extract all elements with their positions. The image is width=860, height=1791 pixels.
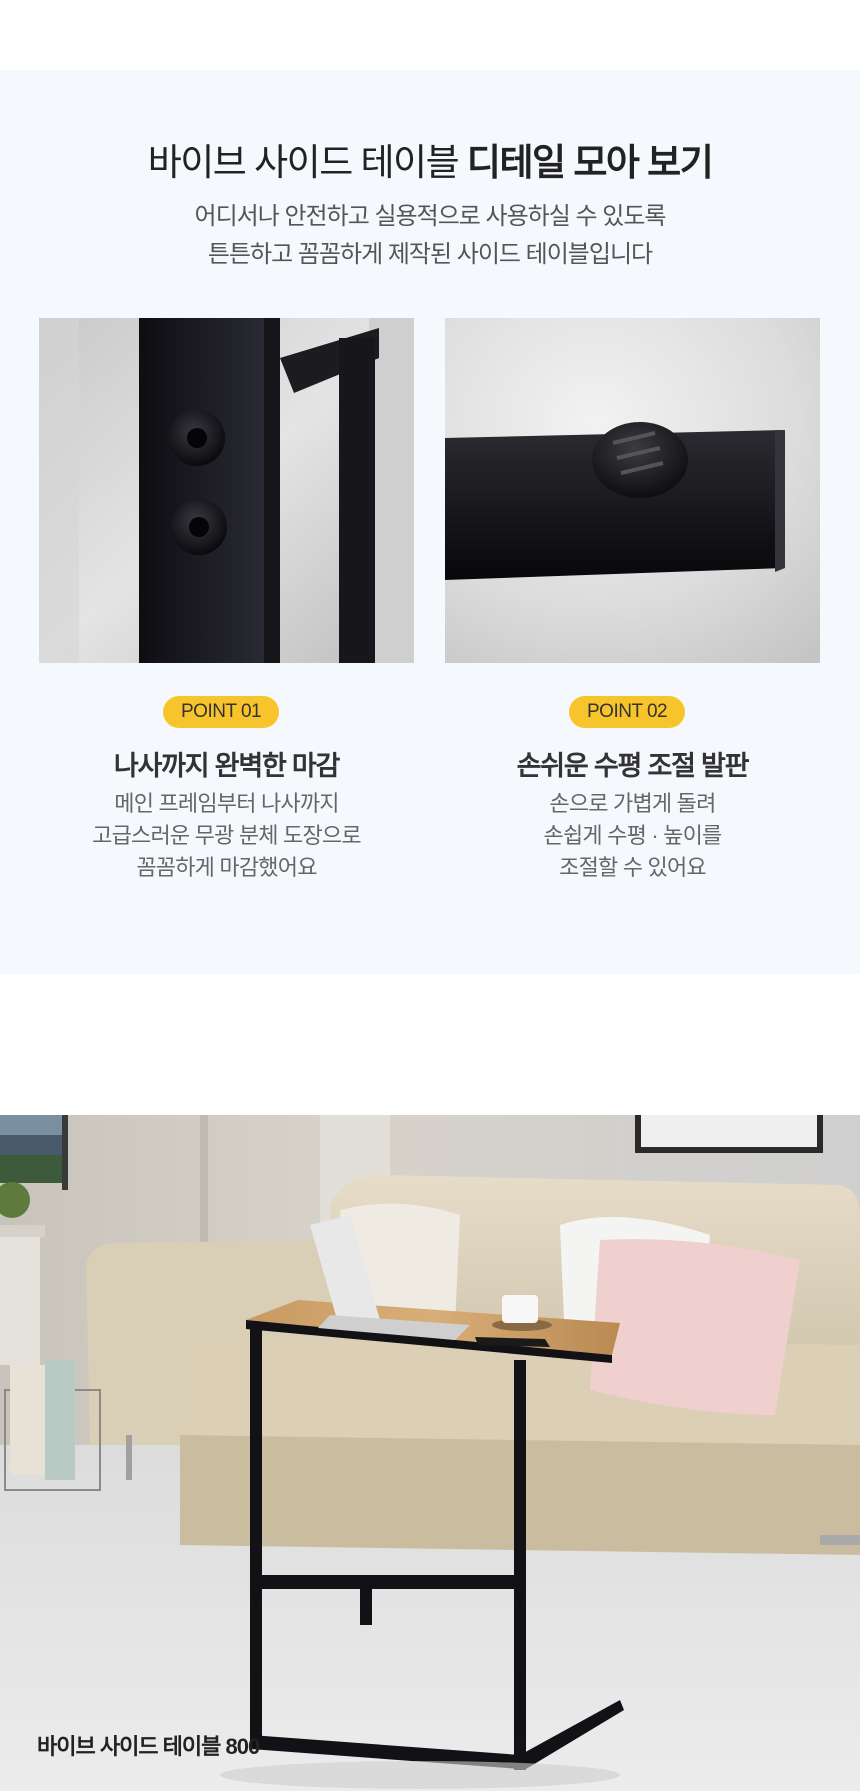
detail-headline: 바이브 사이드 테이블 디테일 모아 보기	[0, 132, 860, 186]
mid-spacer	[0, 974, 860, 1115]
point-desc-line: 고급스러운 무광 분체 도장으로	[92, 823, 361, 848]
point-desc-line: 메인 프레임부터 나사까지	[114, 791, 339, 816]
leveling-foot-image	[445, 318, 820, 663]
point-01-badge: POINT 01	[163, 696, 280, 728]
point-02-title: 손쉬운 수평 조절 발판	[516, 751, 750, 781]
headline-bold: 디테일 모아 보기	[466, 142, 714, 183]
point-desc-line: 꼼꼼하게 마감했어요	[136, 855, 317, 880]
point-desc-line: 손쉽게 수평 · 높이를	[543, 823, 723, 848]
top-spacer	[0, 0, 860, 70]
point-desc-line: 조절할 수 있어요	[559, 855, 707, 880]
point-01-description: 메인 프레임부터 나사까지 고급스러운 무광 분체 도장으로 꼼꼼하게 마감했어…	[39, 788, 414, 884]
subtext-line: 튼튼하고 꼼꼼하게 제작된 사이드 테이블입니다	[207, 241, 653, 268]
detail-section: 바이브 사이드 테이블 디테일 모아 보기 어디서나 안전하고 실용적으로 사용…	[0, 70, 860, 974]
room-lifestyle-photo: 바이브 사이드 테이블 800	[0, 1115, 860, 1791]
point-desc-line: 손으로 가볍게 돌려	[549, 791, 716, 816]
point-02-badge: POINT 02	[569, 696, 686, 728]
room-scene-image	[0, 1115, 860, 1791]
point-01-title: 나사까지 완벽한 마감	[113, 751, 341, 781]
subtext-line: 어디서나 안전하고 실용적으로 사용하실 수 있도록	[194, 203, 666, 230]
point-02-description: 손으로 가볍게 돌려 손쉽게 수평 · 높이를 조절할 수 있어요	[445, 788, 820, 884]
room-photo-caption: 바이브 사이드 테이블 800	[37, 1734, 260, 1759]
screw-closeup-photo	[39, 318, 414, 663]
leveling-foot-photo	[445, 318, 820, 663]
screw-closeup-image	[39, 318, 414, 663]
headline-light: 바이브 사이드 테이블	[147, 142, 467, 183]
detail-subtext: 어디서나 안전하고 실용적으로 사용하실 수 있도록 튼튼하고 꼼꼼하게 제작된…	[0, 198, 860, 274]
